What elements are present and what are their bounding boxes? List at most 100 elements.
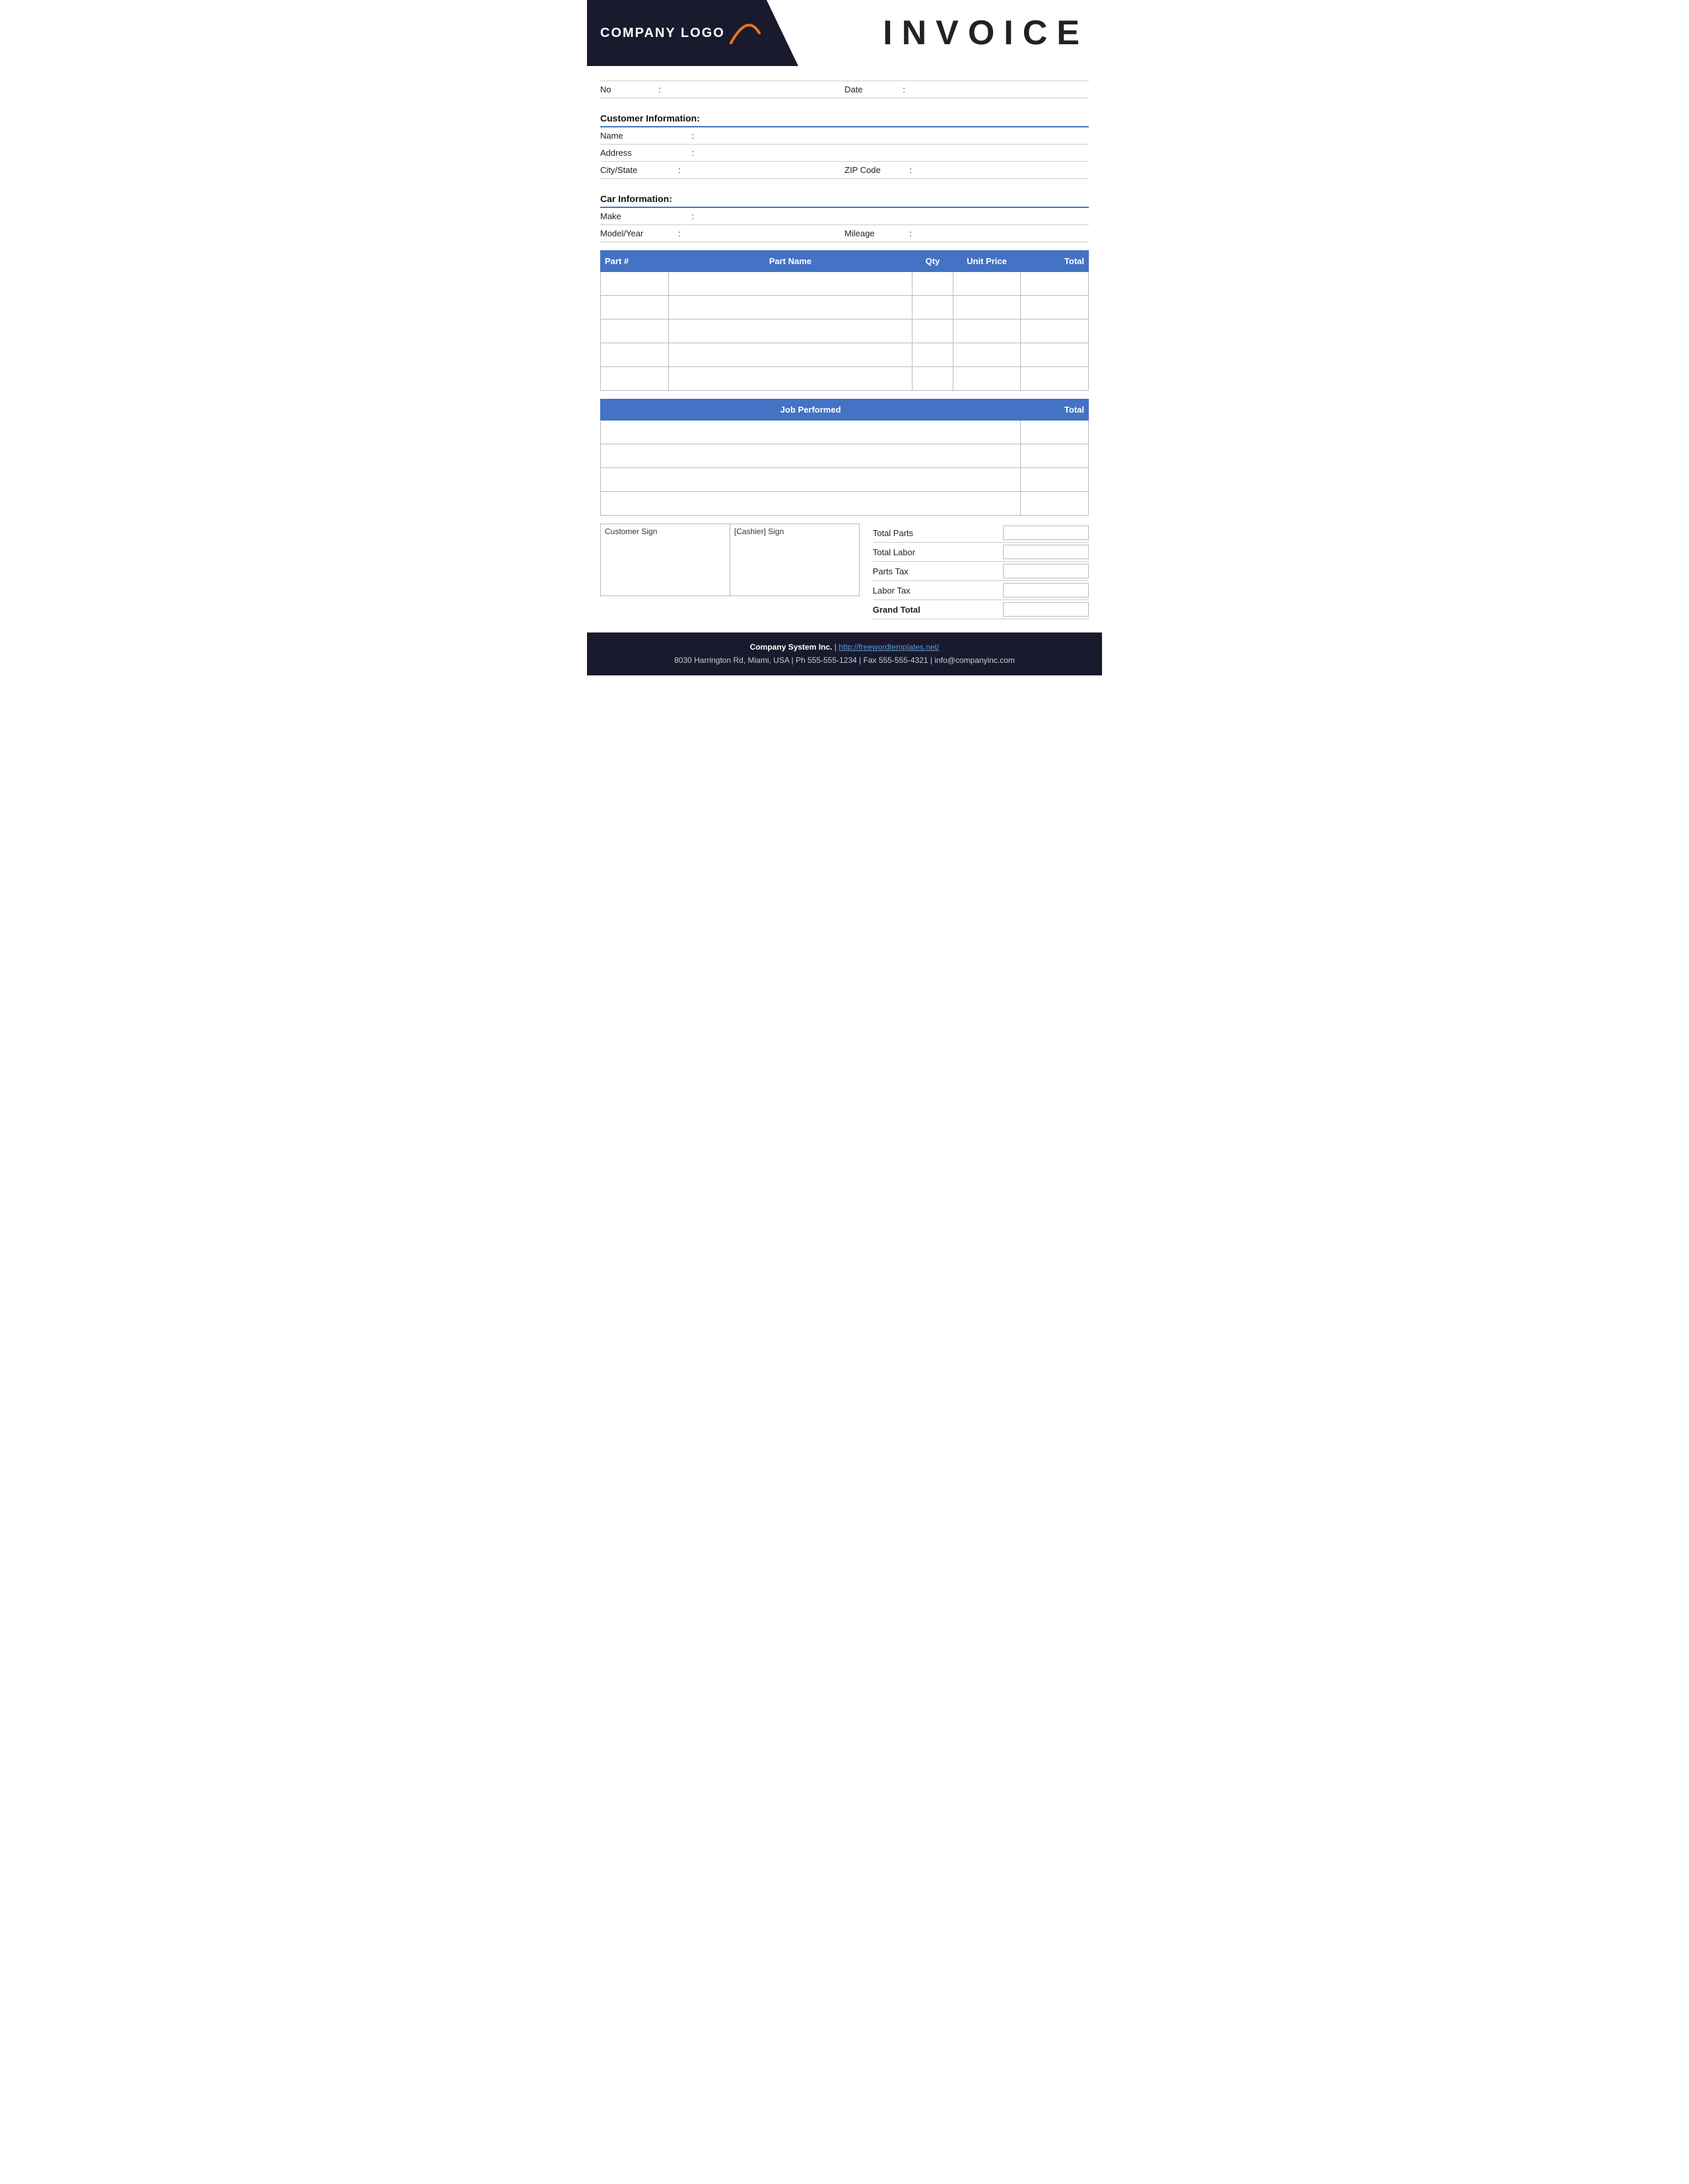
total-parts-row: Total Parts [873, 524, 1089, 543]
make-label: Make [600, 211, 686, 221]
parts-table-header: Part # Part Name Qty Unit Price Total [601, 251, 1089, 272]
make-colon: : [686, 211, 699, 221]
date-colon: : [897, 85, 911, 94]
qty-cell [913, 320, 953, 343]
zip-code-label: ZIP Code [844, 165, 904, 175]
qty-cell [913, 367, 953, 391]
cashier-sign-label: [Cashier] Sign [734, 527, 784, 536]
job-table: Job Performed Total [600, 399, 1089, 516]
cashier-sign-box: [Cashier] Sign [730, 524, 860, 596]
invoice-date-field: Date : [844, 85, 1089, 94]
customer-name-row: Name : [600, 127, 1089, 145]
unit-price-cell [953, 367, 1021, 391]
zip-code-field: ZIP Code : [844, 165, 1089, 175]
job-cell [601, 421, 1021, 444]
part-name-cell [668, 296, 913, 320]
car-make-row: Make : [600, 208, 1089, 225]
grand-total-label: Grand Total [873, 605, 1003, 615]
parts-tax-label: Parts Tax [873, 566, 1003, 576]
customer-sign-box: Customer Sign [600, 524, 730, 596]
total-cell [1021, 320, 1089, 343]
job-total-cell [1021, 421, 1089, 444]
total-cell [1021, 296, 1089, 320]
bottom-section: Customer Sign [Cashier] Sign Total Parts… [600, 524, 1089, 619]
table-row [601, 367, 1089, 391]
grand-total-value [1003, 602, 1089, 617]
unit-price-cell [953, 320, 1021, 343]
qty-cell [913, 343, 953, 367]
car-model-mileage-row: Model/Year : Mileage : [600, 225, 1089, 242]
total-parts-label: Total Parts [873, 528, 1003, 538]
part-num-cell [601, 296, 669, 320]
no-colon: : [653, 85, 666, 94]
job-cell [601, 444, 1021, 468]
totals-area: Total Parts Total Labor Parts Tax Labor … [873, 524, 1089, 619]
address-colon: : [686, 148, 699, 158]
city-state-field: City/State : [600, 165, 844, 175]
mileage-label: Mileage [844, 228, 904, 238]
invoice-title: INVOICE [883, 13, 1089, 53]
job-cell [601, 468, 1021, 492]
table-row [601, 320, 1089, 343]
part-num-cell [601, 343, 669, 367]
invoice-title-area: INVOICE [798, 0, 1102, 66]
model-year-field: Model/Year : [600, 228, 844, 238]
parts-table: Part # Part Name Qty Unit Price Total [600, 250, 1089, 391]
job-total-cell [1021, 492, 1089, 516]
page-footer: Company System Inc. | http://freewordtem… [587, 632, 1102, 675]
invoice-no-field: No : [600, 85, 844, 94]
name-colon: : [686, 131, 699, 141]
part-name-cell [668, 343, 913, 367]
customer-sign-label: Customer Sign [605, 527, 657, 536]
logo-area: COMPANY LOGO [587, 0, 798, 66]
qty-cell [913, 296, 953, 320]
table-row [601, 492, 1089, 516]
part-num-cell [601, 272, 669, 296]
col-job: Job Performed [601, 399, 1021, 421]
unit-price-cell [953, 343, 1021, 367]
table-row [601, 343, 1089, 367]
job-total-cell [1021, 468, 1089, 492]
part-name-cell [668, 320, 913, 343]
col-part-name: Part Name [668, 251, 913, 272]
col-unit-price: Unit Price [953, 251, 1021, 272]
part-name-cell [668, 272, 913, 296]
footer-website-link[interactable]: http://freewordtemplates.net/ [839, 642, 939, 652]
job-table-header: Job Performed Total [601, 399, 1089, 421]
zip-code-colon: : [904, 165, 917, 175]
date-label: Date [844, 85, 897, 94]
table-row [601, 272, 1089, 296]
model-year-label: Model/Year [600, 228, 673, 238]
customer-cityzip-row: City/State : ZIP Code : [600, 162, 1089, 179]
labor-tax-row: Labor Tax [873, 581, 1089, 600]
part-num-cell [601, 320, 669, 343]
part-num-cell [601, 367, 669, 391]
job-total-cell [1021, 444, 1089, 468]
logo-text: COMPANY LOGO [600, 26, 725, 41]
total-cell [1021, 367, 1089, 391]
table-row [601, 296, 1089, 320]
unit-price-cell [953, 296, 1021, 320]
mileage-field: Mileage : [844, 228, 1089, 238]
address-label: Address [600, 148, 686, 158]
total-labor-value [1003, 545, 1089, 559]
footer-company-name: Company System Inc. [750, 642, 833, 652]
sign-area: Customer Sign [Cashier] Sign [600, 524, 860, 596]
part-name-cell [668, 367, 913, 391]
labor-tax-label: Labor Tax [873, 586, 1003, 596]
total-cell [1021, 272, 1089, 296]
parts-tax-value [1003, 564, 1089, 578]
col-total: Total [1021, 251, 1089, 272]
city-state-label: City/State [600, 165, 673, 175]
footer-line2: 8030 Harrington Rd, Miami, USA | Ph 555-… [594, 654, 1095, 667]
customer-address-row: Address : [600, 145, 1089, 162]
logo-arc-icon [728, 20, 761, 46]
no-label: No [600, 85, 653, 94]
total-labor-row: Total Labor [873, 543, 1089, 562]
car-info-header: Car Information: [600, 189, 1089, 208]
city-state-colon: : [673, 165, 686, 175]
labor-tax-value [1003, 583, 1089, 597]
invoice-meta-row: No : Date : [600, 81, 1089, 98]
model-year-colon: : [673, 228, 686, 238]
mileage-colon: : [904, 228, 917, 238]
